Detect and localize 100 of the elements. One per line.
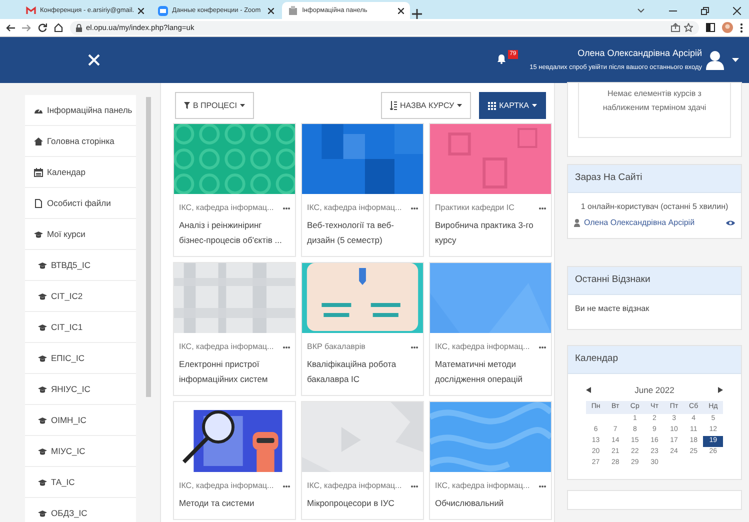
course-title[interactable]: Обчислювальний	[435, 496, 546, 511]
course-card[interactable]: ВКР бакалаврів Кваліфікаційна робота бакалавра ІС	[301, 262, 424, 396]
eye-icon[interactable]	[726, 220, 735, 226]
sort-dropdown[interactable]: НАЗВА КУРСУ	[380, 92, 472, 119]
caret-icon	[240, 104, 245, 107]
sidebar-item[interactable]: Головна сторінка	[25, 126, 136, 157]
course-title[interactable]: Математичні методи дослідження операцій	[435, 357, 546, 387]
sidebar-icon[interactable]	[706, 23, 715, 32]
sidebar-item[interactable]: СІТ_ІС1	[25, 312, 136, 343]
chevron-down-icon[interactable]	[637, 8, 645, 14]
course-title[interactable]: Методи та системи	[179, 496, 290, 511]
sidebar-item[interactable]: МІУС_ІС	[25, 436, 136, 467]
course-category: ВКР бакалаврів	[307, 341, 366, 353]
more-icon[interactable]	[283, 346, 290, 348]
user-icon	[574, 219, 580, 227]
course-title[interactable]: Веб-технології та веб-дизайн (5 семестр)	[307, 218, 418, 248]
caret-icon[interactable]	[732, 58, 739, 62]
block-title: Останні Відзнаки	[568, 267, 741, 295]
reload-icon[interactable]	[38, 23, 47, 32]
course-card[interactable]: ІКС, кафедра інформац... Електронні пристрої інформаційних систем	[173, 262, 296, 396]
mail-icon	[26, 6, 36, 16]
sidebar-item[interactable]: Інформаційна панель	[25, 95, 136, 126]
course-category: ІКС, кафедра інформац...	[435, 341, 530, 353]
more-icon[interactable]	[283, 206, 290, 210]
sort-icon	[390, 101, 397, 110]
course-category: ІКС, кафедра інформац...	[307, 480, 402, 492]
close-icon[interactable]	[268, 8, 274, 14]
sidebar-item[interactable]: ЯНІУС_ІС	[25, 374, 136, 405]
sidebar-item[interactable]: Календар	[25, 157, 136, 188]
course-card[interactable]: ІКС, кафедра інформац... Веб-технології та веб-дизайн (5 семестр)	[301, 123, 424, 257]
view-dropdown[interactable]: КАРТКА	[479, 92, 546, 119]
course-card[interactable]: ІКС, кафедра інформац... Обчислювальний	[429, 401, 552, 520]
sidebar-item[interactable]: ВТВД5_ІС	[25, 250, 136, 281]
more-icon[interactable]	[539, 484, 546, 488]
course-category: ІКС, кафедра інформац...	[179, 202, 274, 214]
next-month-icon[interactable]	[718, 387, 723, 394]
course-title[interactable]: Кваліфікаційна робота бакалавра ІС	[307, 357, 418, 387]
graduation-cap-icon	[38, 354, 47, 362]
previous-month-icon[interactable]	[586, 387, 591, 394]
menu-icon[interactable]	[740, 22, 743, 32]
course-title[interactable]: Мікропроцесори в ІУС	[307, 496, 418, 511]
timeline-empty-message: Немає елементів курсів з наближеним терміном здачі	[578, 83, 731, 138]
back-icon[interactable]	[6, 24, 15, 32]
course-category: ІКС, кафедра інформац...	[435, 480, 530, 492]
course-category: Практики кафедри ІС	[435, 202, 514, 214]
course-title[interactable]: Виробнича практика 3-го курсу	[435, 218, 546, 248]
home-icon[interactable]	[54, 23, 63, 32]
lock-icon	[76, 24, 82, 32]
graduation-cap-icon	[34, 230, 43, 238]
more-icon[interactable]	[539, 346, 546, 348]
more-icon[interactable]	[411, 346, 418, 348]
course-card[interactable]: Практики кафедри ІС Виробнича практика 3-го курсу	[429, 123, 552, 257]
restore-icon[interactable]	[701, 7, 709, 15]
user-name[interactable]: Олена Олександрівна Арсірій	[578, 46, 702, 60]
close-icon[interactable]	[733, 7, 741, 15]
no-badges-text: Ви не маєте відзнак	[574, 303, 650, 315]
course-card[interactable]: ІКС, кафедра інформац... Аналіз і реінжиніринг бізнес-процесів об'єктів ...	[173, 123, 296, 257]
block-title: Зараз На Сайті	[568, 165, 741, 193]
file-icon	[34, 198, 43, 208]
new-tab-icon[interactable]	[412, 9, 422, 19]
graduation-cap-icon	[38, 478, 47, 486]
course-category: ІКС, кафедра інформац...	[179, 341, 274, 353]
user-link[interactable]: Олена Олександрівна Арсірій	[584, 217, 695, 229]
avatar-icon[interactable]	[722, 22, 733, 33]
bell-icon[interactable]	[496, 54, 506, 64]
graduation-cap-icon	[38, 292, 47, 300]
caret-icon	[457, 104, 462, 107]
sidebar-item[interactable]: СІТ_ІС2	[25, 281, 136, 312]
more-icon[interactable]	[539, 206, 546, 210]
user-avatar-icon[interactable]	[706, 50, 724, 70]
close-icon[interactable]	[138, 8, 144, 14]
more-icon[interactable]	[411, 206, 418, 210]
grid-icon	[488, 102, 496, 110]
more-icon[interactable]	[283, 484, 290, 488]
share-icon[interactable]	[671, 23, 680, 32]
scrollbar[interactable]	[146, 97, 151, 397]
calendar-icon	[34, 168, 43, 176]
course-card[interactable]: ІКС, кафедра інформац... Математичні методи дослідження операцій	[429, 262, 552, 396]
sidebar-item[interactable]: Особисті файли	[25, 188, 136, 219]
filter-dropdown[interactable]: В ПРОЦЕСІ	[175, 92, 254, 119]
forward-icon[interactable]	[22, 24, 31, 32]
sidebar-item[interactable]: ТА_ІС	[25, 467, 136, 498]
course-title[interactable]: Електронні пристрої інформаційних систем	[179, 357, 290, 387]
graduation-cap-icon	[38, 416, 47, 424]
sidebar-item[interactable]: ОІМН_ІС	[25, 405, 136, 436]
course-title[interactable]: Аналіз і реінжиніринг бізнес-процесів об'єктів ...	[179, 218, 290, 248]
close-icon[interactable]	[398, 8, 404, 14]
sidebar-item[interactable]: Мої курси	[25, 219, 136, 250]
course-card[interactable]: ІКС, кафедра інформац... Мікропроцесори в ІУС	[301, 401, 424, 520]
month-title: June 2022	[634, 384, 674, 397]
more-icon[interactable]	[411, 484, 418, 488]
minimize-icon[interactable]	[669, 10, 677, 12]
graduation-cap-icon	[38, 446, 47, 456]
course-card[interactable]: ІКС, кафедра інформац... Методи та системи	[173, 401, 296, 520]
sidebar-item[interactable]: ЕПІС_ІС	[25, 343, 136, 374]
sidebar-item[interactable]: ОБДЗ_ІС	[25, 498, 136, 522]
filter-icon	[184, 102, 190, 109]
camera-icon	[158, 6, 168, 16]
star-icon[interactable]	[684, 23, 693, 32]
online-summary: 1 онлайн-користувач (останні 5 хвилин)	[580, 201, 730, 213]
